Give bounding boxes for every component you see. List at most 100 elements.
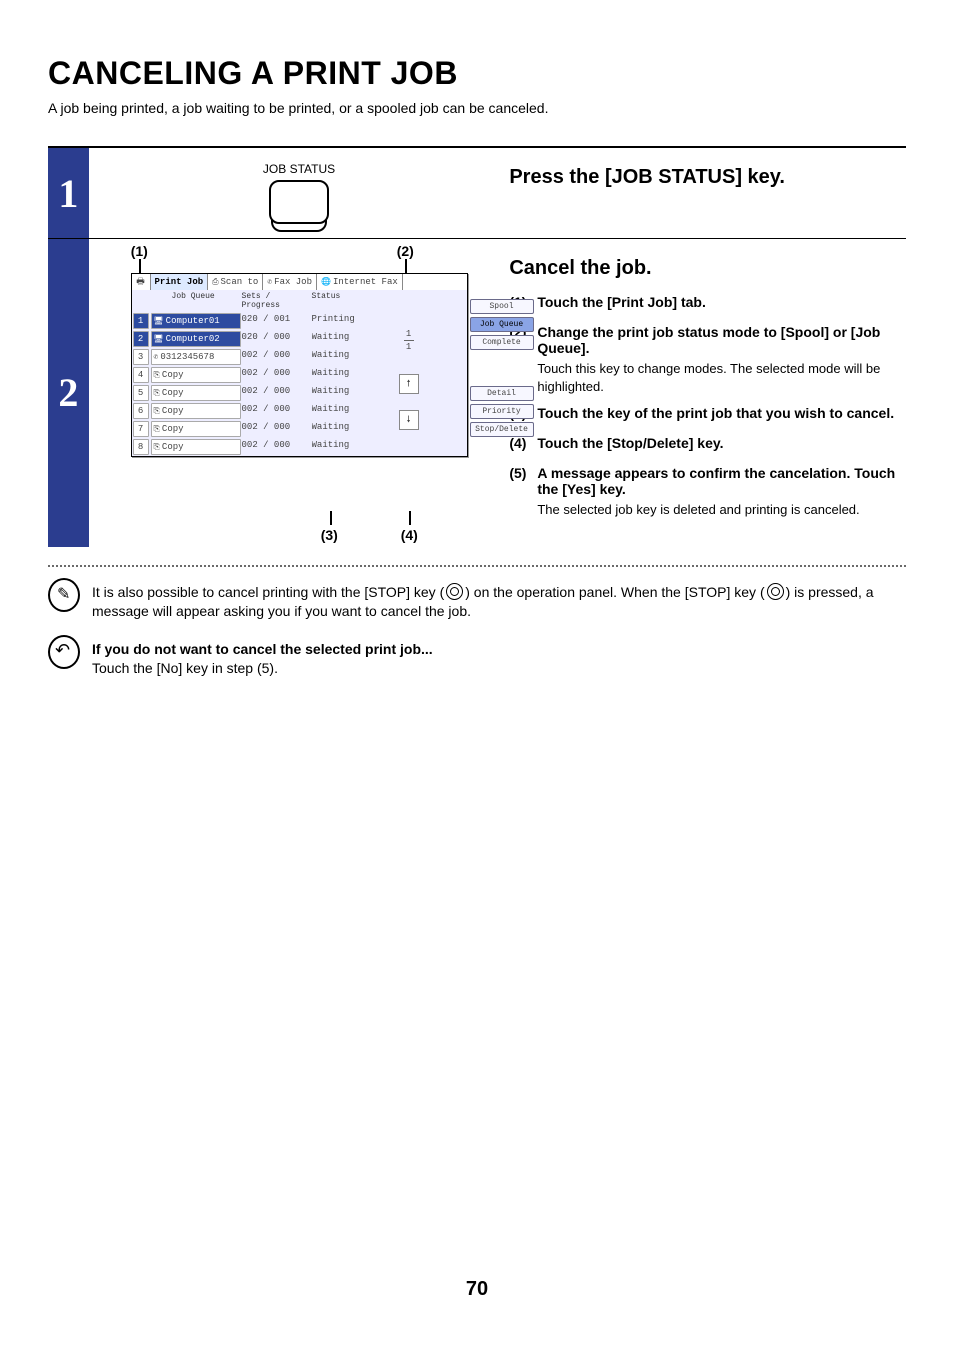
job-row-status: Waiting	[312, 402, 376, 420]
substep-body: Change the print job status mode to [Spo…	[537, 324, 906, 395]
tab-scan-to[interactable]: ⎙Scan to	[208, 274, 263, 290]
job-row-name: ⎘Copy	[151, 385, 241, 401]
job-row-progress: 002 / 000	[242, 384, 312, 402]
copy-icon: ⎘	[154, 443, 160, 452]
job-row-status: Waiting	[312, 420, 376, 438]
col-status: Status	[312, 292, 376, 310]
job-status-key-graphic: JOB STATUS	[263, 162, 335, 224]
job-row-index: 7	[133, 421, 149, 437]
job-row-progress: 002 / 000	[242, 366, 312, 384]
substep-body: Touch the [Stop/Delete] key.	[537, 435, 906, 455]
job-row-index: 2	[133, 331, 149, 347]
job-row-status: Waiting	[312, 348, 376, 366]
stop-delete-button[interactable]: Stop/Delete	[470, 422, 534, 437]
list-header: Job Queue Sets / Progress Status	[132, 290, 467, 312]
page-top: 1	[406, 329, 411, 339]
job-row-label: Copy	[162, 388, 184, 398]
tab-bar: 🖶 Print Job ⎙Scan to ✆Fax Job 🌐Internet …	[132, 274, 467, 290]
substep-item: (3)Touch the key of the print job that y…	[509, 405, 906, 425]
spool-button[interactable]: Spool	[470, 299, 534, 314]
complete-button[interactable]: Complete	[470, 335, 534, 350]
job-row-progress: 020 / 000	[242, 330, 312, 348]
job-row-index: 8	[133, 439, 149, 455]
col-job-queue: Job Queue	[150, 292, 242, 310]
callout-2: (2)	[397, 243, 414, 259]
callout-3: (3)	[321, 527, 338, 543]
callout-line	[330, 511, 332, 525]
stop-key-icon	[446, 583, 463, 600]
tab-internet-fax[interactable]: 🌐Internet Fax	[317, 274, 403, 290]
job-queue-button[interactable]: Job Queue	[470, 317, 534, 332]
job-row-index: 3	[133, 349, 149, 365]
dashed-divider	[48, 565, 906, 567]
copy-icon: ⎘	[154, 371, 160, 380]
page-number: 70	[0, 1278, 954, 1301]
job-row-status: Waiting	[312, 366, 376, 384]
substep-item: (2)Change the print job status mode to […	[509, 324, 906, 395]
scroll-down-button[interactable]: 🠗	[399, 410, 419, 430]
return-icon	[48, 635, 80, 669]
tab-fax-job[interactable]: ✆Fax Job	[263, 274, 317, 290]
step-number-1: 1	[48, 148, 89, 238]
step-number-2: 2	[48, 239, 89, 547]
copy-icon: ⎘	[154, 389, 160, 398]
substep-number: (4)	[509, 435, 537, 455]
pencil-note: It is also possible to cancel printing w…	[92, 579, 906, 622]
job-row[interactable]: 8⎘Copy002 / 000Waiting	[132, 438, 467, 456]
job-row-index: 4	[133, 367, 149, 383]
substep-bold: Change the print job status mode to [Spo…	[537, 324, 906, 356]
job-row-name: ⎘Copy	[151, 439, 241, 455]
substep-item: (4)Touch the [Stop/Delete] key.	[509, 435, 906, 455]
job-status-key-label: JOB STATUS	[263, 162, 335, 176]
job-row-progress: 002 / 000	[242, 438, 312, 456]
return-note: If you do not want to cancel the selecte…	[92, 636, 906, 679]
computer-icon: 🖥	[154, 316, 164, 326]
detail-button[interactable]: Detail	[470, 386, 534, 401]
substep-bold: Touch the [Print Job] tab.	[537, 294, 906, 310]
callout-line	[409, 511, 411, 525]
substep-number: (5)	[509, 465, 537, 519]
substep-plain: The selected job key is deleted and prin…	[537, 502, 859, 517]
callout-1: (1)	[131, 243, 148, 259]
tab-print-job[interactable]: Print Job	[151, 274, 209, 290]
priority-button[interactable]: Priority	[470, 404, 534, 419]
copy-icon: ⎘	[154, 425, 160, 434]
job-row-name: ⎘Copy	[151, 421, 241, 437]
substep-bold: Touch the [Stop/Delete] key.	[537, 435, 906, 451]
job-row-status: Waiting	[312, 330, 376, 348]
step-1: 1 JOB STATUS Press the [JOB STATUS] key.	[48, 148, 906, 239]
notes-area: It is also possible to cancel printing w…	[48, 579, 906, 679]
globe-icon: 🌐	[321, 277, 331, 287]
job-row[interactable]: 1🖥Computer01020 / 001Printing	[132, 312, 467, 330]
job-row-label: 0312345678	[160, 352, 214, 362]
job-row-status: Waiting	[312, 384, 376, 402]
job-row-index: 1	[133, 313, 149, 329]
substep-item: (5)A message appears to confirm the canc…	[509, 465, 906, 519]
job-row-progress: 002 / 000	[242, 402, 312, 420]
job-row-name: ⎘Copy	[151, 367, 241, 383]
computer-icon: 🖥	[154, 334, 164, 344]
job-row-status: Waiting	[312, 438, 376, 456]
job-row-name: 🖥Computer01	[151, 313, 241, 329]
scroll-up-button[interactable]: 🠕	[399, 374, 419, 394]
job-row-label: Computer02	[166, 334, 220, 344]
job-row-label: Computer01	[166, 316, 220, 326]
callout-4: (4)	[401, 527, 418, 543]
col-sets: Sets / Progress	[242, 292, 312, 310]
page-indicator: 1 1 🠕 🠗	[399, 329, 419, 430]
substep-item: (1)Touch the [Print Job] tab.	[509, 294, 906, 314]
job-row-progress: 002 / 000	[242, 348, 312, 366]
job-row-index: 6	[133, 403, 149, 419]
substep-body: Touch the [Print Job] tab.	[537, 294, 906, 314]
page-bottom: 1	[406, 342, 411, 352]
callout-line	[139, 259, 141, 273]
page-title: CANCELING A PRINT JOB	[48, 55, 906, 92]
job-row-progress: 002 / 000	[242, 420, 312, 438]
job-row-index: 5	[133, 385, 149, 401]
substep-body: Touch the key of the print job that you …	[537, 405, 906, 425]
job-row-name: ✆0312345678	[151, 349, 241, 365]
job-row-name: ⎘Copy	[151, 403, 241, 419]
job-row-label: Copy	[162, 442, 184, 452]
step2-heading: Cancel the job.	[509, 257, 906, 280]
job-row-progress: 020 / 001	[242, 312, 312, 330]
